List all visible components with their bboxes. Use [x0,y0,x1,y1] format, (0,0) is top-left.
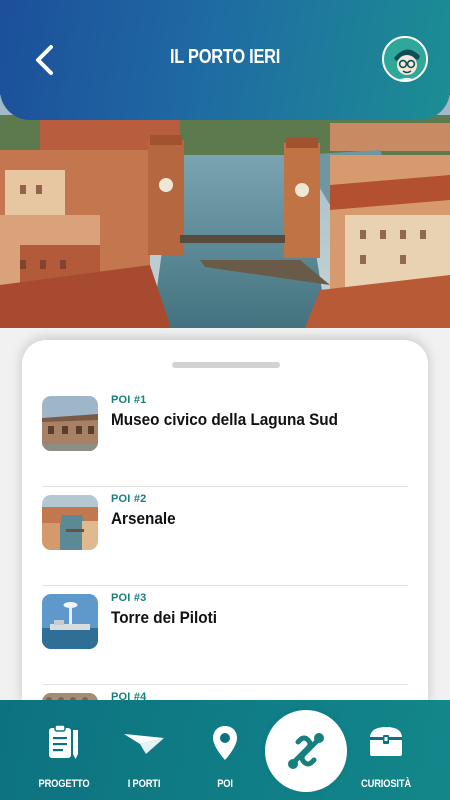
nav-item-curiosita[interactable]: CURIOSITÀ [346,700,426,800]
nav-item-poi[interactable]: POI [185,700,265,800]
guide-avatar-icon [384,38,426,80]
nav-item-i-porti[interactable]: I PORTI [104,700,184,800]
poi-list-item[interactable]: POI #2 Arsenale [42,487,408,586]
poi-thumbnail-museum [42,396,98,451]
poi-list-item[interactable]: POI #3 Torre dei Piloti [42,586,408,685]
nav-item-progetto[interactable]: PROGETTO [24,700,104,800]
poi-number: POI #2 [111,493,147,505]
treasure-chest-icon [370,727,402,756]
drag-handle[interactable] [172,362,280,368]
poi-list: POI #1 Museo civico della Laguna Sud POI… [42,388,408,705]
poi-thumbnail-tower [42,594,98,649]
poi-number: POI #3 [111,592,147,604]
route-icon [288,733,324,769]
poi-name: Museo civico della Laguna Sud [111,410,339,429]
app-header: IL PORTO IERI [0,0,450,120]
paper-plane-icon [124,734,164,754]
location-pin-icon [213,726,237,760]
poi-number: POI #1 [111,394,147,406]
poi-name: Torre dei Piloti [111,608,217,627]
poi-name: Arsenale [111,509,176,528]
hero-image [0,95,450,340]
poi-list-panel: POI #1 Museo civico della Laguna Sud POI… [22,340,428,705]
page-title: IL PORTO IERI [169,46,281,68]
poi-list-item[interactable]: POI #1 Museo civico della Laguna Sud [42,388,408,487]
nav-label: PROGETTO [38,778,90,790]
nav-label: CURIOSITÀ [361,778,411,790]
poi-thumbnail-canal [42,495,98,550]
document-pencil-icon [49,724,78,759]
bottom-navigation: PROGETTO I PORTI POI CURIOSITÀ [0,700,450,800]
guide-avatar-button[interactable] [382,36,428,82]
nav-label: POI [217,778,233,790]
route-button[interactable] [265,710,347,792]
nav-label: I PORTI [127,778,161,790]
